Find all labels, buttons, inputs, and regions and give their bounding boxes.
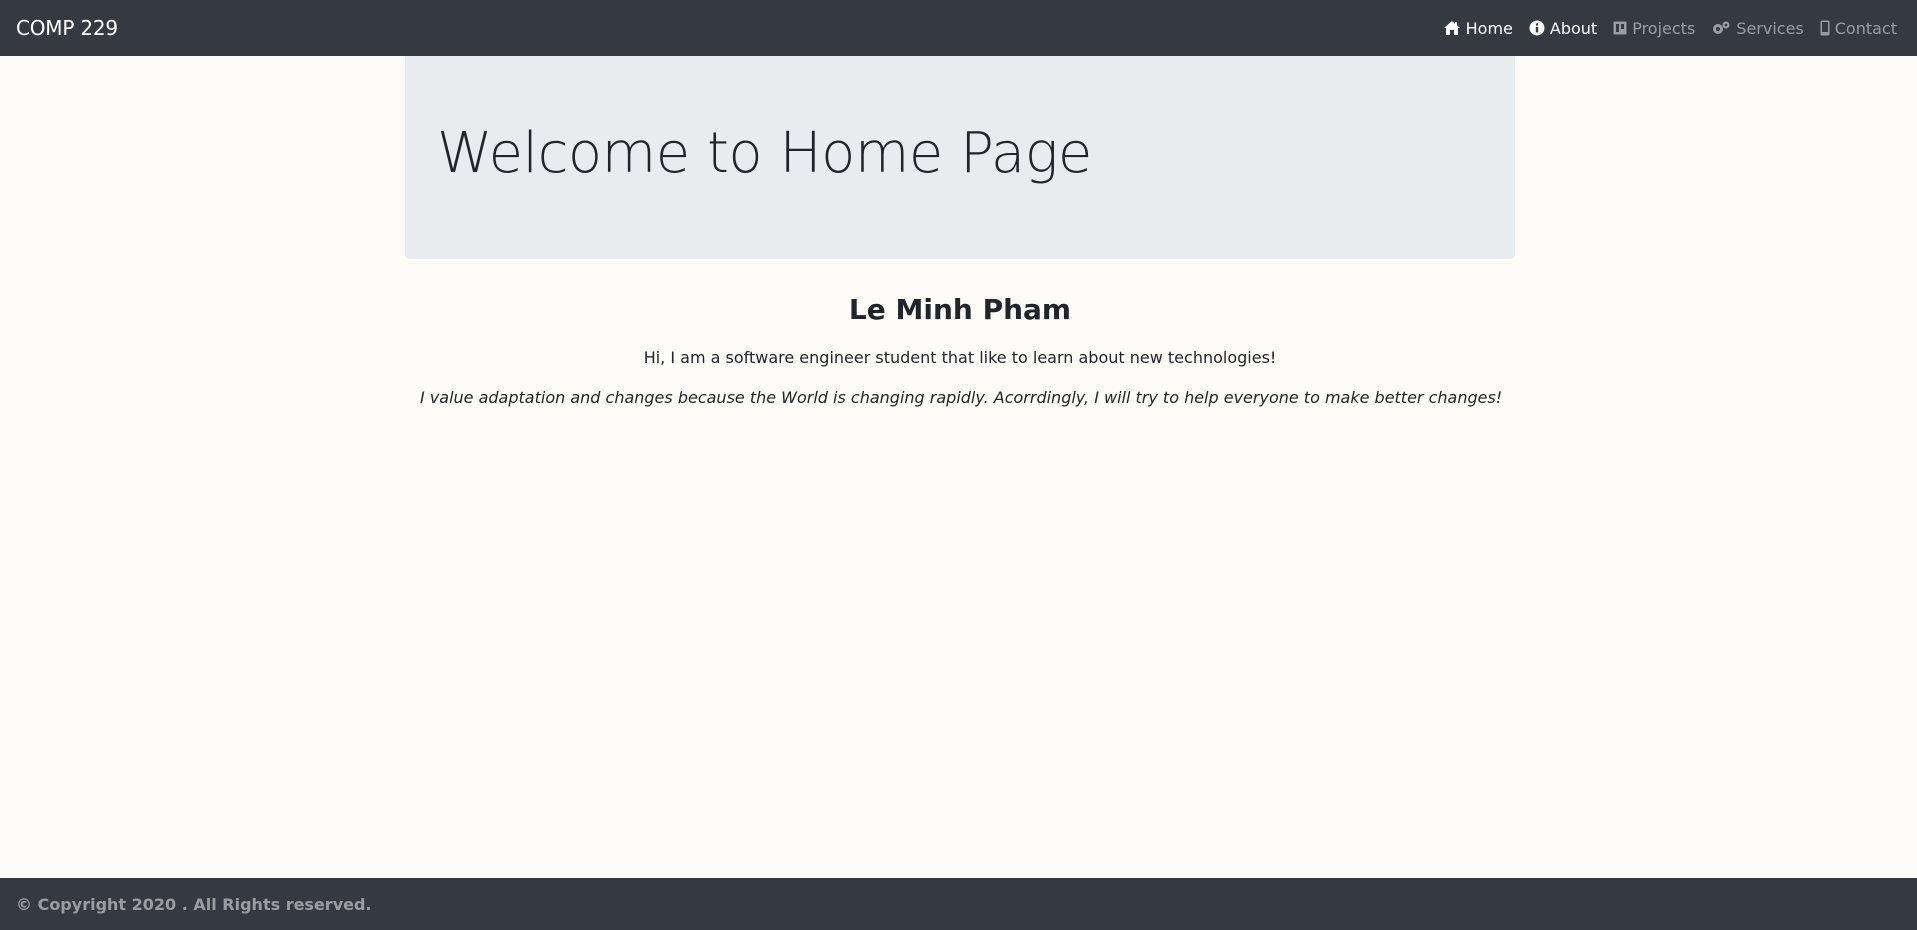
home-icon	[1443, 20, 1461, 36]
info-icon	[1529, 20, 1545, 36]
projects-icon	[1613, 21, 1627, 35]
top-navbar: COMP 229 Home About Projects Services Co…	[0, 0, 1917, 56]
page-title: Welcome to Home Page	[437, 121, 1092, 186]
copyright-text: © Copyright 2020 . All Rights reserved.	[16, 895, 372, 914]
mobile-icon	[1820, 20, 1830, 36]
main-content: Le Minh Pham Hi, I am a software enginee…	[405, 286, 1515, 410]
author-name: Le Minh Pham	[848, 293, 1072, 326]
nav-item-contact[interactable]: Contact	[1820, 19, 1897, 38]
jumbotron: Welcome to Home Page	[405, 56, 1515, 259]
brand-link[interactable]: COMP 229	[16, 16, 118, 40]
nav-item-projects[interactable]: Projects	[1613, 19, 1695, 38]
nav-item-label: Home	[1465, 18, 1513, 38]
intro-text: Hi, I am a software engineer student tha…	[643, 348, 1277, 367]
nav-item-label: Services	[1736, 18, 1804, 38]
footer: © Copyright 2020 . All Rights reserved.	[0, 878, 1917, 930]
nav-item-label: About	[1549, 18, 1598, 38]
gears-icon	[1711, 20, 1731, 36]
nav-menu: Home About Projects Services Contact	[1443, 0, 1897, 56]
nav-item-about[interactable]: About	[1529, 19, 1597, 38]
quote-text: I value adaptation and changes because t…	[420, 388, 1503, 407]
nav-item-label: Projects	[1632, 18, 1696, 38]
nav-item-home[interactable]: Home	[1443, 19, 1513, 38]
nav-item-services[interactable]: Services	[1711, 18, 1804, 38]
nav-item-label: Contact	[1834, 18, 1897, 38]
